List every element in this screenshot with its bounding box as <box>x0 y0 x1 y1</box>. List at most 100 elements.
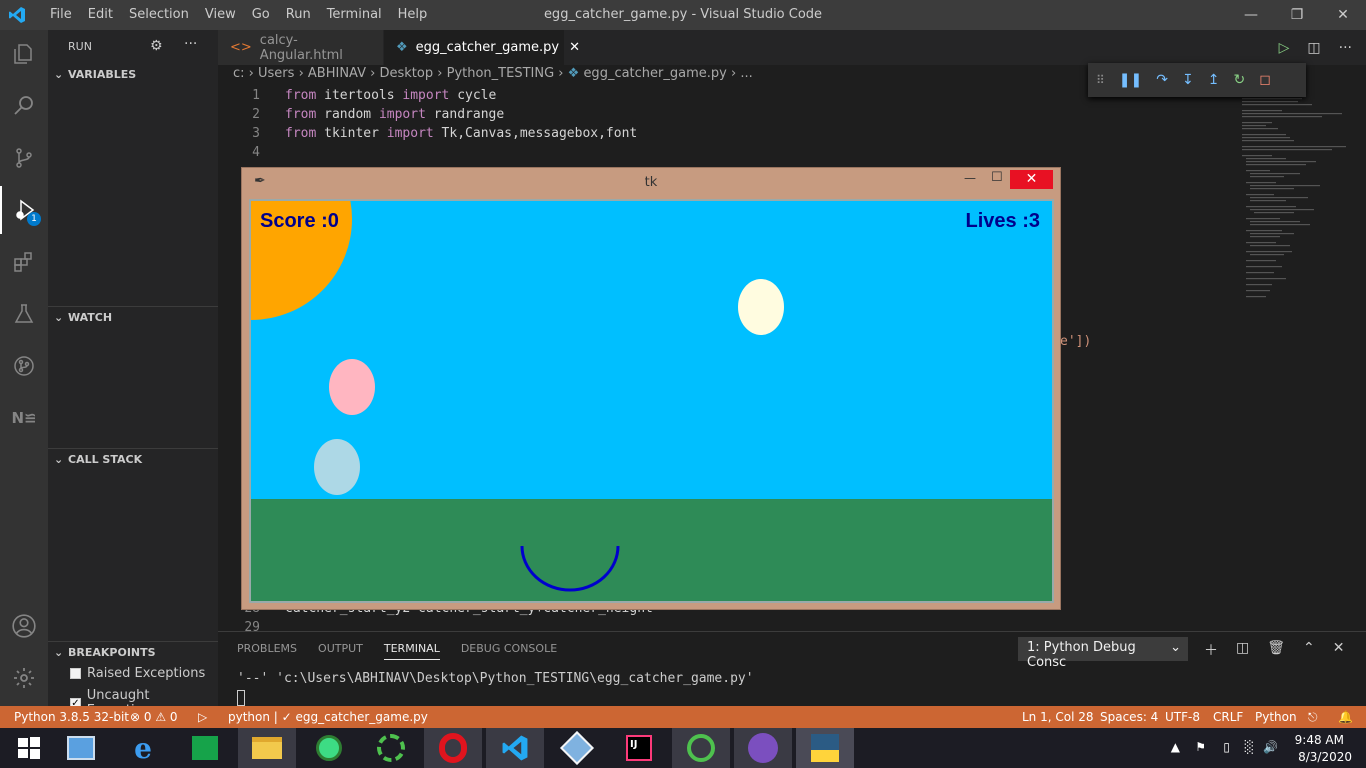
watch-section[interactable]: ⌄ WATCH <box>48 311 218 324</box>
language-mode[interactable]: Python <box>1255 710 1297 724</box>
html-file-icon: <> <box>230 40 252 55</box>
battery-icon[interactable]: ▯ <box>1223 740 1230 754</box>
checkbox[interactable] <box>70 668 81 679</box>
close-tab-icon[interactable]: ✕ <box>569 40 580 55</box>
divider <box>48 448 218 449</box>
breakpoint-raised-exceptions[interactable]: Raised Exceptions <box>70 666 205 681</box>
step-over-icon[interactable]: ↷ <box>1156 72 1168 88</box>
game-canvas[interactable]: Score :0 Lives :3 <box>249 199 1054 603</box>
flag-icon[interactable]: ⚑ <box>1195 740 1206 754</box>
intellij-icon[interactable]: IJ <box>610 728 668 768</box>
window-title: egg_catcher_game.py - Visual Studio Code <box>543 7 823 22</box>
editor-tabs: <> calcy-Angular.html ❖ egg_catcher_game.p… <box>218 30 1366 65</box>
call-stack-section[interactable]: ⌄ CALL STACK <box>48 453 218 466</box>
chevron-down-icon: ⌄ <box>54 68 64 81</box>
status-bar: Python 3.8.5 32-bit ⊗ 0 ⚠ 0 ▷ python | ✓… <box>0 706 1366 728</box>
breakpoints-section[interactable]: ⌄ BREAKPOINTS <box>48 646 218 659</box>
split-editor-icon[interactable]: ◫ <box>1307 40 1320 56</box>
maximize-panel-icon[interactable]: ⌃ <box>1303 640 1315 660</box>
explorer-icon[interactable] <box>0 30 48 78</box>
close-panel-icon[interactable]: ✕ <box>1333 640 1345 660</box>
cursor-position[interactable]: Ln 1, Col 28 <box>1022 710 1094 724</box>
indentation[interactable]: Spaces: 4 <box>1100 710 1158 724</box>
run-status[interactable]: python | ✓ egg_catcher_game.py <box>228 710 428 724</box>
code-line: from tkinter import Tk,Canvas,messagebox… <box>285 126 638 141</box>
android-studio-icon[interactable] <box>300 728 358 768</box>
terminal-select[interactable]: 1: Python Debug Consc ⌄ <box>1018 637 1188 670</box>
minimize-icon[interactable]: — <box>964 171 976 185</box>
start-icon[interactable] <box>0 728 58 768</box>
trash-icon[interactable]: 🗑 <box>1267 640 1285 660</box>
search-icon[interactable] <box>0 82 48 130</box>
tk-title: tk <box>644 175 658 190</box>
notifications-icon[interactable]: 🔔 <box>1338 710 1353 724</box>
end-of-line[interactable]: CRLF <box>1213 710 1243 724</box>
source-control-icon[interactable] <box>0 134 48 182</box>
app-ring-icon[interactable] <box>362 728 420 768</box>
python-tk-icon[interactable] <box>796 728 854 768</box>
virtualbox-icon[interactable] <box>548 728 606 768</box>
run-file-icon[interactable]: ▷ <box>1279 40 1290 56</box>
show-hidden-icon[interactable]: ▲ <box>1171 740 1180 754</box>
network-icon[interactable]: ░ <box>1245 740 1254 754</box>
tab-egg-catcher[interactable]: ❖ egg_catcher_game.py ✕ <box>384 30 580 65</box>
stop-icon[interactable]: ◻ <box>1259 72 1271 88</box>
activity-bar: 1 N≌ <box>0 30 48 706</box>
score-label: Score :0 <box>260 210 339 232</box>
file-explorer-icon[interactable] <box>238 728 296 768</box>
step-into-icon[interactable]: ↧ <box>1182 72 1194 88</box>
egg <box>738 279 784 335</box>
more-actions-icon[interactable]: ··· <box>184 36 197 52</box>
python-file-icon: ❖ <box>396 40 408 55</box>
split-terminal-icon[interactable]: ◫ <box>1236 640 1249 660</box>
debug-badge: 1 <box>27 212 41 226</box>
app-ring-2-icon[interactable] <box>672 728 730 768</box>
title-bar: File Edit Selection View Go Run Terminal… <box>0 0 1366 30</box>
restore-icon[interactable]: ❐ <box>1274 0 1320 30</box>
drag-handle-icon[interactable]: ⠿ <box>1096 73 1105 87</box>
tab-terminal[interactable]: TERMINAL <box>383 642 440 660</box>
sky <box>251 201 1052 499</box>
volume-icon[interactable]: 🔊 <box>1263 740 1278 754</box>
run-sidebar: RUN ⚙ ··· ⌄ VARIABLES ⌄ WATCH ⌄ CALL STACK … <box>48 30 218 718</box>
testing-flask-icon[interactable] <box>0 290 48 338</box>
clock-date[interactable]: 8/3/2020 <box>1282 750 1352 764</box>
tab-calcy-angular[interactable]: <> calcy-Angular.html <box>218 30 383 65</box>
minimap[interactable] <box>1238 96 1348 306</box>
run-icon[interactable]: ▷ <box>198 710 207 724</box>
store-icon[interactable] <box>176 728 234 768</box>
chevron-down-icon: ⌄ <box>54 646 64 659</box>
extensions-icon[interactable] <box>0 238 48 286</box>
minimize-icon[interactable]: — <box>1228 0 1274 30</box>
settings-gear-icon[interactable] <box>0 654 48 702</box>
tab-problems[interactable]: PROBLEMS <box>237 642 297 660</box>
tab-debug-console[interactable]: DEBUG CONSOLE <box>461 642 557 660</box>
account-icon[interactable] <box>0 602 48 650</box>
clock-time[interactable]: 9:48 AM <box>1284 733 1344 747</box>
vscode-taskbar-icon[interactable] <box>486 728 544 768</box>
pause-icon[interactable]: ❚❚ <box>1119 72 1142 88</box>
internet-explorer-icon[interactable]: e <box>114 728 172 768</box>
tk-title-bar: ✒ tk — ☐ ✕ <box>242 168 1060 198</box>
git-graph-icon[interactable] <box>0 342 48 390</box>
restart-icon[interactable]: ↻ <box>1233 72 1245 88</box>
control-panel-icon[interactable] <box>52 728 110 768</box>
live-share-icon[interactable]: ⎋ <box>1308 710 1318 725</box>
tab-output[interactable]: OUTPUT <box>318 642 363 660</box>
run-debug-icon[interactable]: 1 <box>0 186 48 234</box>
python-interpreter[interactable]: Python 3.8.5 32-bit <box>14 710 129 724</box>
github-desktop-icon[interactable] <box>734 728 792 768</box>
line-number: 1 <box>252 88 260 103</box>
maximize-icon[interactable]: ☐ <box>991 170 1003 185</box>
new-terminal-icon[interactable]: ＋ <box>1204 640 1218 660</box>
encoding[interactable]: UTF-8 <box>1165 710 1200 724</box>
variables-section[interactable]: ⌄ VARIABLES <box>48 68 218 81</box>
open-config-icon[interactable]: ⚙ <box>150 38 163 54</box>
close-icon[interactable]: ✕ <box>1010 170 1053 189</box>
notebook-icon[interactable]: N≌ <box>0 394 48 442</box>
more-actions-icon[interactable]: ··· <box>1339 40 1352 56</box>
close-icon[interactable]: ✕ <box>1320 0 1366 30</box>
problems-count[interactable]: ⊗ 0 ⚠ 0 <box>130 710 178 724</box>
opera-icon[interactable] <box>424 728 482 768</box>
step-out-icon[interactable]: ↥ <box>1208 72 1220 88</box>
